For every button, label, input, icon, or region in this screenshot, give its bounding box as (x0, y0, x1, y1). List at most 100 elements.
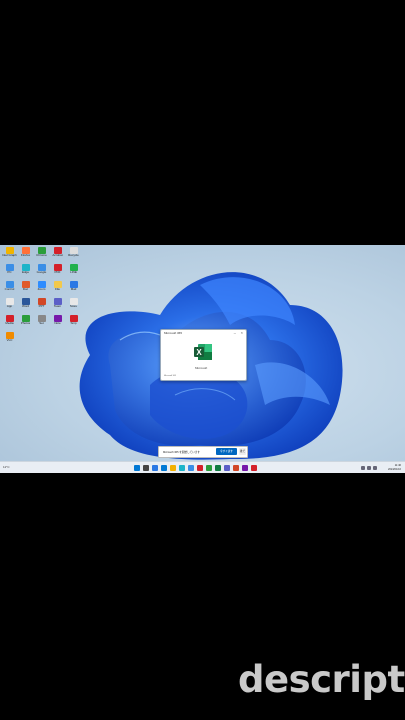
taskbar-app-icon[interactable] (215, 465, 221, 471)
desktop-icon-label: Word (21, 305, 30, 308)
clock-date: 2024/01/16 (388, 467, 401, 471)
desktop-icon[interactable]: PDF (50, 264, 65, 281)
desktop-icon[interactable]: Photos (18, 315, 33, 332)
desktop-icon[interactable]: VLC (2, 332, 17, 349)
desktop-icon[interactable]: PC (2, 264, 17, 281)
desktop-icon[interactable]: File (50, 281, 65, 298)
app-icon (21, 281, 30, 288)
taskbar-app-icon[interactable] (179, 465, 185, 471)
start-button-icon[interactable] (134, 465, 140, 471)
desktop-icon[interactable]: Store (66, 298, 81, 315)
taskbar-app-icon[interactable] (224, 465, 230, 471)
desktop-icon-label: Mail (70, 288, 77, 291)
desktop-icon[interactable]: App (2, 298, 17, 315)
desktop-icon[interactable]: Snip (66, 315, 81, 332)
desktop-icon-label: LINE (70, 271, 77, 274)
desktop-icon-label: Photos (20, 322, 31, 325)
app-icon (69, 315, 78, 322)
desktop-icon[interactable]: PPT (34, 298, 49, 315)
desktop-icon[interactable]: Acrobat (50, 247, 65, 264)
taskbar-app-icon[interactable] (161, 465, 167, 471)
desktop-icon-label: File (55, 288, 60, 291)
excel-logo-icon: X (194, 344, 212, 360)
system-clock[interactable]: 11:46 2024/01/16 (388, 464, 401, 471)
desktop-icon[interactable]: Zoom (34, 281, 49, 298)
app-icon (53, 298, 62, 305)
notification-text: Microsoft 365 を開始しています (163, 451, 200, 454)
desktop-icon-label: VLC (6, 339, 13, 342)
taskbar: 11°C 11:46 2024/01/16 (0, 461, 405, 473)
desktop-icon[interactable]: Firefox (18, 247, 33, 264)
app-icon (5, 264, 14, 271)
notification-secondary-button[interactable]: 後で (239, 448, 246, 455)
desktop-icon-label: PDF (54, 271, 61, 274)
desktop-icon-label: Snip (70, 322, 77, 325)
desktop-icon[interactable]: LINE (66, 264, 81, 281)
desktop-icon[interactable]: Google (34, 264, 49, 281)
taskbar-app-icon[interactable] (242, 465, 248, 471)
desktop-icon[interactable]: Intel Graphics (2, 247, 17, 264)
desktop-icon[interactable]: Edge (18, 264, 33, 281)
descript-watermark: descript (238, 658, 405, 701)
taskbar-app-icon[interactable] (233, 465, 239, 471)
desktop-icon-label: Store (69, 305, 78, 308)
app-icon (69, 281, 78, 288)
desktop-icon[interactable]: Control (2, 281, 17, 298)
desktop-icon[interactable]: Chrome (34, 247, 49, 264)
taskbar-app-icon[interactable] (188, 465, 194, 471)
taskbar-app-icon[interactable] (251, 465, 257, 471)
desktop-icon[interactable]: Set (34, 315, 49, 332)
taskbar-app-icon[interactable] (170, 465, 176, 471)
desktop-icon-label: Note (54, 322, 61, 325)
notification-primary-button[interactable]: 今すぐ試す (216, 448, 237, 455)
app-icon (21, 264, 30, 271)
office-dialog[interactable]: Microsoft 365 – × X Microsoft Microsoft … (160, 329, 247, 381)
minimize-icon[interactable]: – (234, 330, 236, 335)
desktop-icon[interactable]: Note (50, 315, 65, 332)
app-icon (5, 281, 14, 288)
desktop-icon-label: Firefox (20, 254, 31, 257)
dialog-title: Microsoft 365 (164, 331, 183, 335)
taskbar-app-icon[interactable] (206, 465, 212, 471)
taskbar-app-icon[interactable] (197, 465, 203, 471)
app-icon (53, 247, 62, 254)
battery-icon[interactable] (373, 466, 377, 470)
desktop-icon-label: Intel Graphics (2, 254, 17, 257)
desktop-icon[interactable]: Media (2, 315, 17, 332)
weather-widget[interactable]: 11°C (3, 465, 9, 469)
taskbar-app-icon[interactable] (152, 465, 158, 471)
app-icon (21, 315, 30, 322)
app-icon (53, 315, 62, 322)
microsoft-brand: Microsoft (195, 366, 208, 370)
app-icon (37, 315, 46, 322)
desktop-icon-label: App (6, 305, 13, 308)
desktop-icon[interactable]: Mail (66, 281, 81, 298)
app-icon (21, 298, 30, 305)
search-icon[interactable] (143, 465, 149, 471)
desktop-icon-label: Recycle (68, 254, 79, 257)
app-icon (5, 332, 14, 339)
desktop-icon-label: Google (36, 271, 47, 274)
app-icon (37, 264, 46, 271)
volume-icon[interactable] (367, 466, 371, 470)
wifi-icon[interactable] (361, 466, 365, 470)
svg-text:X: X (196, 348, 202, 357)
app-icon (53, 264, 62, 271)
desktop-icon[interactable]: Word (18, 298, 33, 315)
app-icon (5, 247, 14, 254)
desktop-icon-label: PC (7, 271, 12, 274)
desktop-icon-label: Edge (21, 271, 29, 274)
desktop-icon-label: Team (53, 305, 62, 308)
notification-bar: Microsoft 365 を開始しています 今すぐ試す 後で (158, 446, 248, 458)
desktop-icon[interactable]: Recycle (66, 247, 81, 264)
desktop-icon-label: Doc (22, 288, 29, 291)
app-icon (69, 264, 78, 271)
close-icon[interactable]: × (241, 330, 243, 335)
desktop-icon-label: Control (4, 288, 15, 291)
app-icon (21, 247, 30, 254)
desktop-screen: Intel GraphicsFirefox Chrome Acrobat Recycl… (0, 245, 405, 473)
desktop-icon-label: Chrome (36, 254, 47, 257)
desktop-icon[interactable]: Team (50, 298, 65, 315)
desktop-icon-label: Set (39, 322, 44, 325)
desktop-icon[interactable]: Doc (18, 281, 33, 298)
